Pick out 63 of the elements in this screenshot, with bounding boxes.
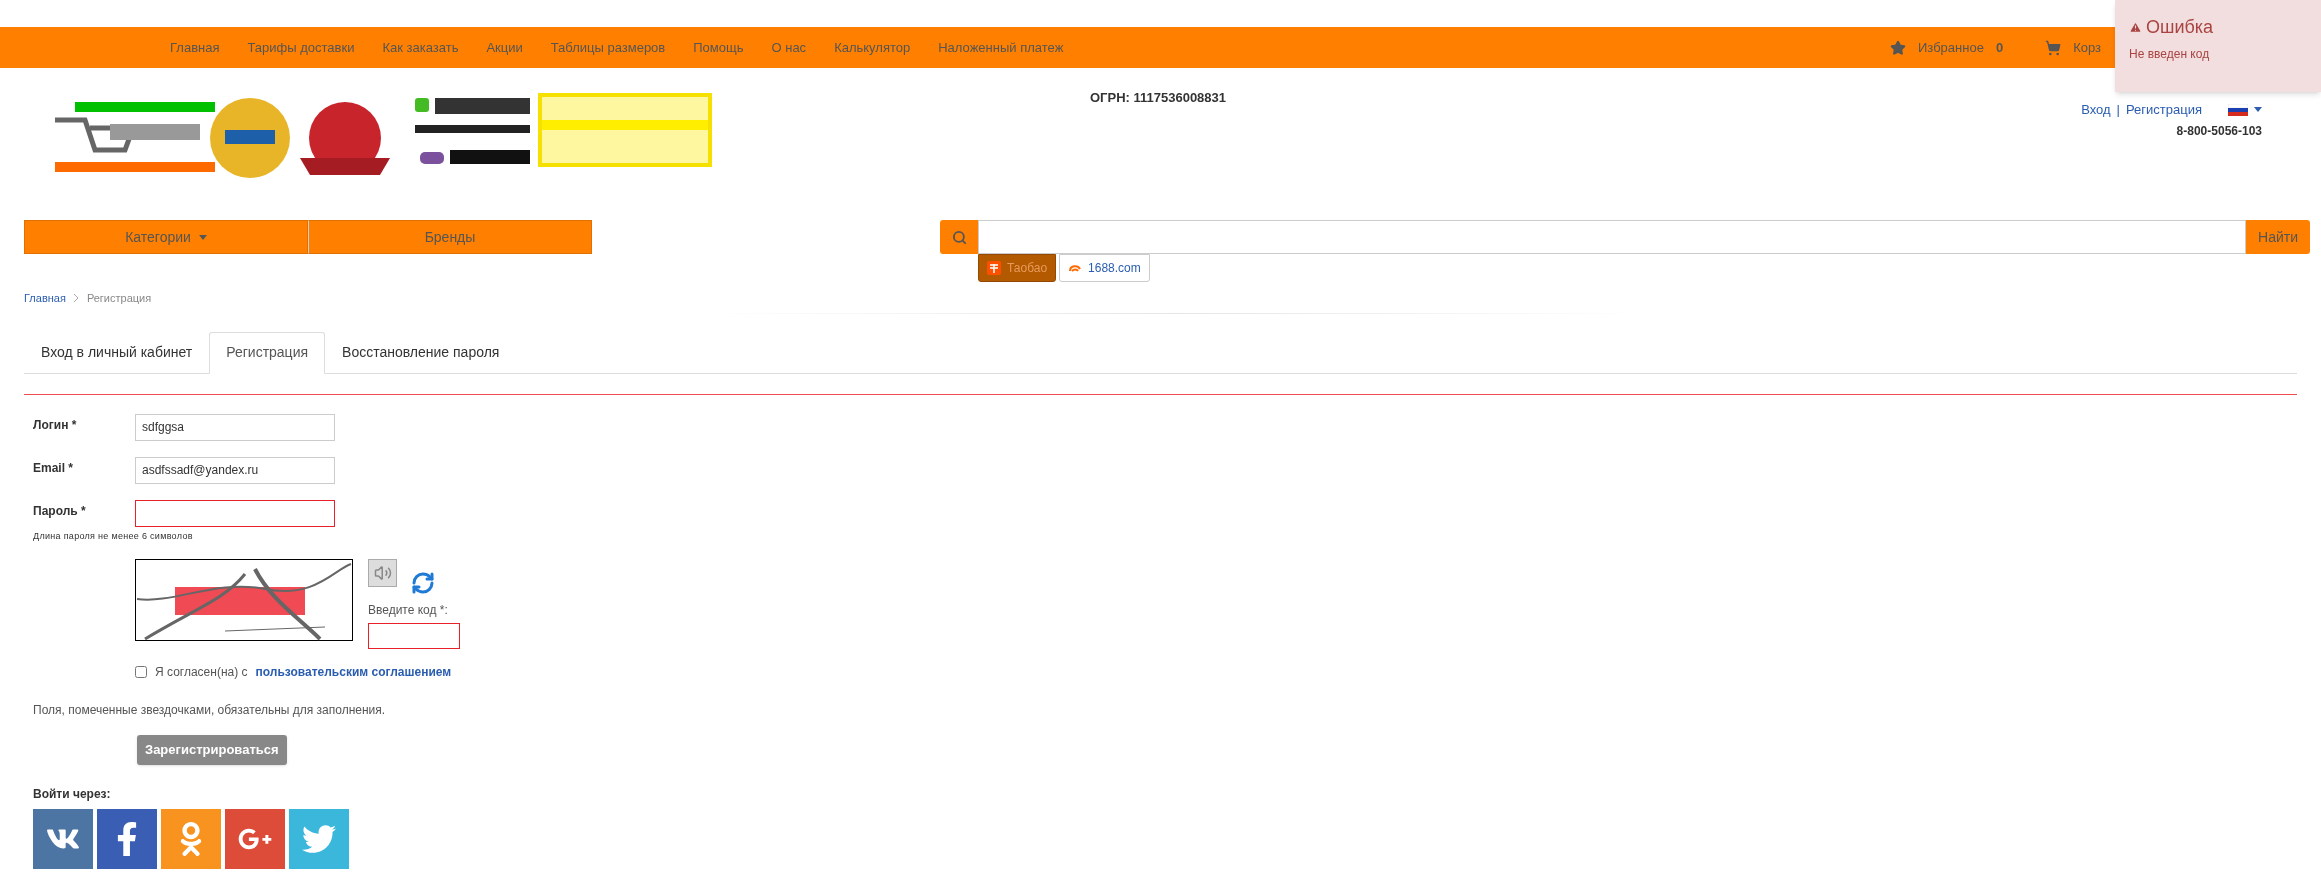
favorites-count: 0 (1995, 38, 2004, 57)
favorites-link[interactable]: Избранное (1918, 37, 1984, 58)
star-icon (1890, 39, 1906, 56)
current-page-label: Регистрация (86, 291, 152, 306)
flag-icon (2228, 103, 2248, 116)
toast-message: Не введен код (2129, 46, 2211, 63)
field-label: Логин * (33, 416, 78, 434)
nav-link[interactable]: Таблицы размеров (550, 37, 666, 58)
tab[interactable]: Восстановление пароля (325, 331, 517, 374)
captcha-field[interactable] (368, 623, 460, 649)
warning-icon (2129, 21, 2142, 34)
nav-link[interactable]: О нас (771, 37, 807, 58)
caret-icon (198, 234, 207, 240)
required-note: Поля, помеченные звездочками, обязательны для заполнения. (33, 702, 387, 719)
cart-icon (2045, 39, 2062, 56)
search-icon (951, 229, 967, 245)
link-separator: | (2116, 101, 2120, 119)
nav-link[interactable]: Помощь (693, 37, 744, 58)
agreement-link[interactable]: пользовательским соглашением (255, 663, 452, 681)
nav-link[interactable]: Калькулятор (834, 37, 911, 58)
text-field[interactable]: sdfggsa (135, 413, 335, 441)
source-tab[interactable]: 1688.com (1059, 254, 1150, 282)
login-link[interactable]: Вход (2081, 100, 2111, 120)
field-label: Email * (33, 459, 75, 477)
field-hint: Длина пароля не менее 6 символов (33, 529, 194, 543)
source-tab[interactable]: Таобао (978, 254, 1057, 282)
agreement-checkbox[interactable] (135, 666, 147, 678)
register-link[interactable]: Регистрация (2126, 100, 2202, 120)
nav-link[interactable]: Наложенный платеж (938, 37, 1064, 58)
cart-link[interactable]: Корз (2073, 37, 2101, 58)
social-login-button[interactable] (97, 809, 157, 869)
search-field[interactable] (978, 220, 2246, 254)
breadcrumb-link[interactable]: Главная (24, 290, 66, 307)
catalog-button[interactable]: Бренды (308, 220, 592, 254)
text-field[interactable] (135, 499, 335, 527)
field-label: Пароль * (33, 502, 87, 520)
caret-icon (2254, 107, 2262, 113)
tab[interactable]: Регистрация (209, 331, 326, 374)
toast-title: Ошибка (2146, 16, 2214, 39)
tab[interactable]: Вход в личный кабинет (24, 331, 210, 374)
nav-link[interactable]: Главная (170, 37, 220, 58)
text-field[interactable]: asdfssadf@yandex.ru (135, 456, 335, 484)
phone-number: 8-800-5056-103 (2176, 122, 2262, 140)
chevron-icon (73, 294, 79, 303)
catalog-button[interactable]: Категории (24, 220, 308, 254)
swirl-icon (1068, 263, 1083, 273)
bird-icon (302, 822, 336, 856)
search-button[interactable]: Найти (2246, 220, 2310, 254)
social-login-title: Войти через: (33, 786, 112, 803)
speaker-icon[interactable] (368, 559, 397, 587)
nav-link[interactable]: Как заказать (382, 37, 459, 58)
register-button[interactable]: Зарегистрироваться (137, 735, 287, 765)
refresh-icon[interactable] (411, 571, 435, 595)
search-icon-button[interactable] (940, 220, 978, 254)
ogrn-text: ОГРН: 1117536008831 (1090, 89, 1227, 107)
nav-link[interactable]: Тарифы доставки (247, 37, 355, 58)
social-login-button[interactable] (33, 809, 93, 869)
nav-link[interactable]: Акции (486, 37, 523, 58)
captcha-label: Введите код *: (368, 602, 449, 619)
social-login-button[interactable] (225, 809, 285, 869)
language-flag-dropdown[interactable] (2228, 103, 2262, 116)
square-glyph-icon (987, 261, 1001, 275)
agreement-text: Я согласен(на) с (155, 664, 248, 681)
